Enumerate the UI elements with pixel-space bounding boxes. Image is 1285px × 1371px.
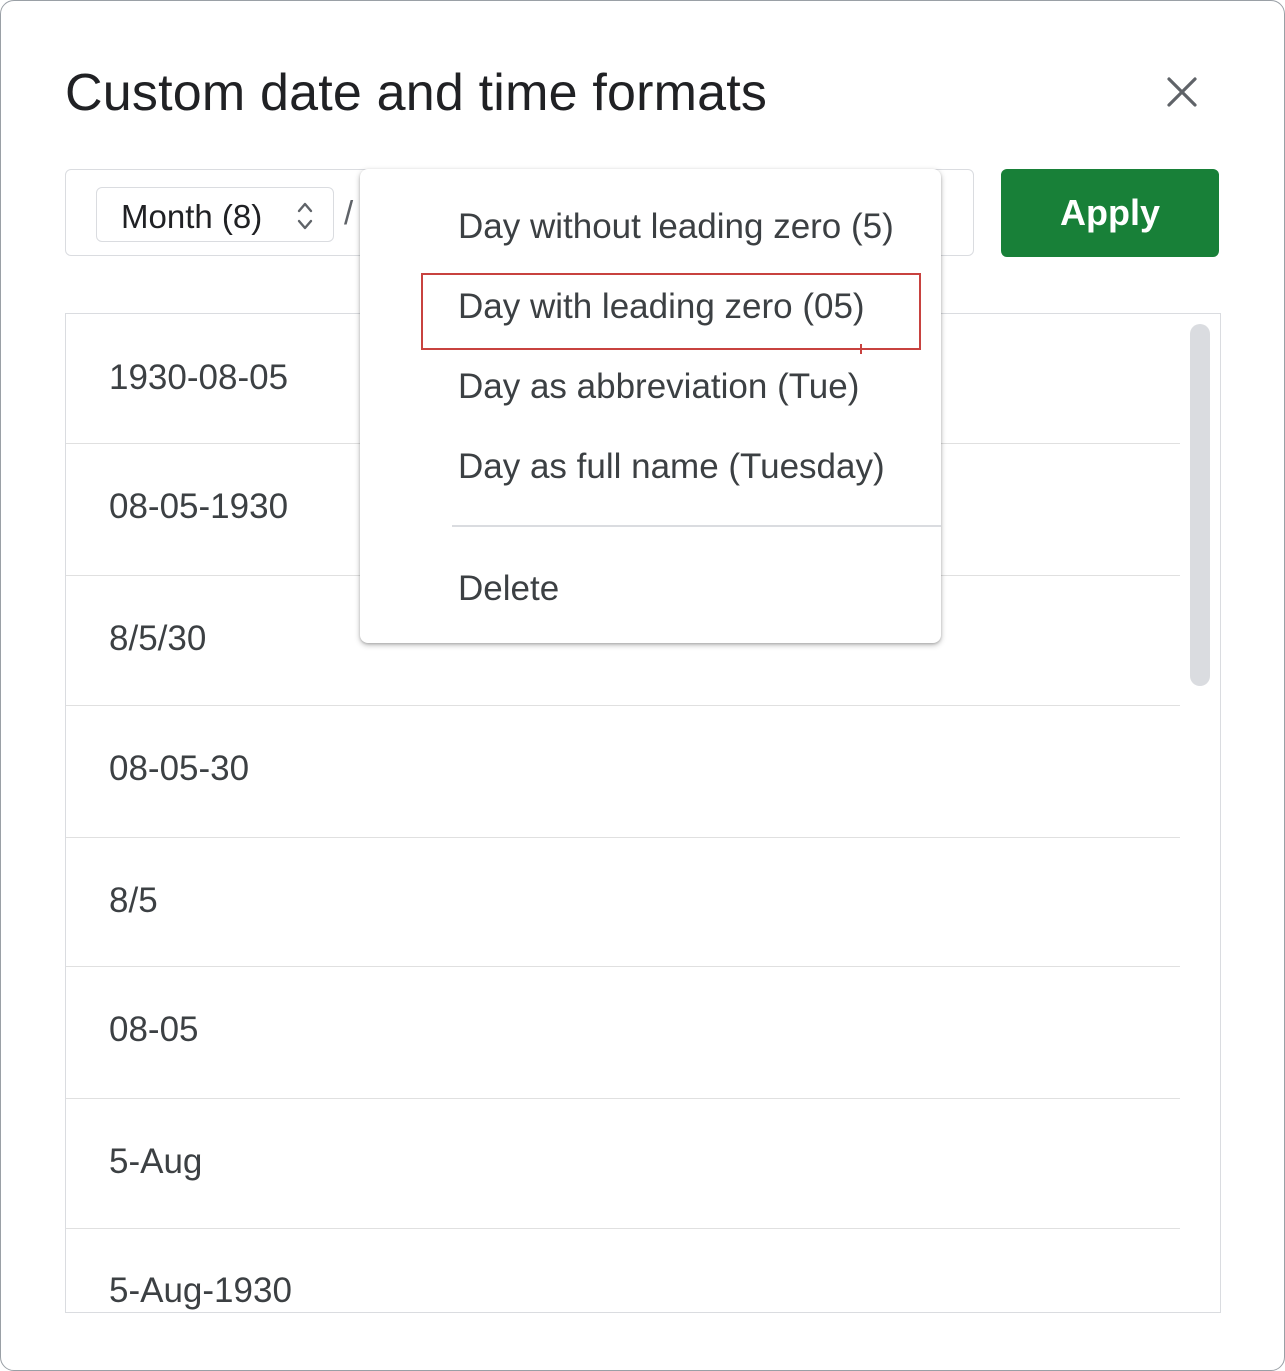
close-icon (1167, 77, 1197, 107)
menu-divider (452, 525, 941, 527)
menu-item-label: Day with leading zero (05) (458, 287, 865, 326)
list-item[interactable]: 5-Aug (66, 1099, 1180, 1229)
list-item[interactable]: 08-05 (66, 967, 1180, 1099)
list-item-text: 08-05-30 (109, 749, 250, 788)
menu-item-day-as-full-name[interactable]: Day as full name (Tuesday) (360, 431, 941, 501)
list-item-text: 5-Aug-1930 (109, 1271, 292, 1310)
list-item-text: 8/5 (109, 881, 158, 920)
list-item-text: 08-05 (109, 1010, 199, 1049)
list-item[interactable]: 08-05-30 (66, 706, 1180, 838)
list-item[interactable]: 5-Aug-1930 (66, 1229, 1180, 1312)
format-separator: / (344, 194, 354, 231)
dialog-title: Custom date and time formats (65, 64, 768, 122)
list-item-text: 5-Aug (109, 1142, 203, 1181)
list-item[interactable]: 8/5 (66, 838, 1180, 967)
menu-item-day-with-leading-zero[interactable]: Day with leading zero (05) (360, 271, 941, 341)
month-format-chip[interactable]: Month (8) (96, 187, 334, 242)
menu-item-delete[interactable]: Delete (360, 553, 941, 623)
menu-item-label: Day without leading zero (5) (458, 207, 894, 246)
list-item-text: 1930-08-05 (109, 358, 289, 397)
unfold-icon (297, 202, 313, 230)
menu-item-day-as-abbreviation[interactable]: Day as abbreviation (Tue) (360, 351, 941, 421)
custom-date-time-dialog: Custom date and time formats Month (8) /… (0, 0, 1285, 1371)
menu-item-day-without-leading-zero[interactable]: Day without leading zero (5) (360, 191, 941, 261)
chip-label: Month (8) (121, 198, 263, 235)
menu-item-label: Delete (458, 569, 560, 608)
list-item-text: 08-05-1930 (109, 487, 289, 526)
list-scrollbar[interactable] (1190, 324, 1210, 686)
day-format-menu: Day without leading zero (5) Day with le… (360, 169, 941, 643)
menu-item-label: Day as abbreviation (Tue) (458, 367, 860, 406)
menu-item-label: Day as full name (Tuesday) (458, 447, 885, 486)
list-item-text: 8/5/30 (109, 619, 207, 658)
apply-button[interactable]: Apply (1001, 169, 1219, 257)
cursor-mark (860, 344, 862, 354)
close-button[interactable] (1157, 67, 1207, 117)
